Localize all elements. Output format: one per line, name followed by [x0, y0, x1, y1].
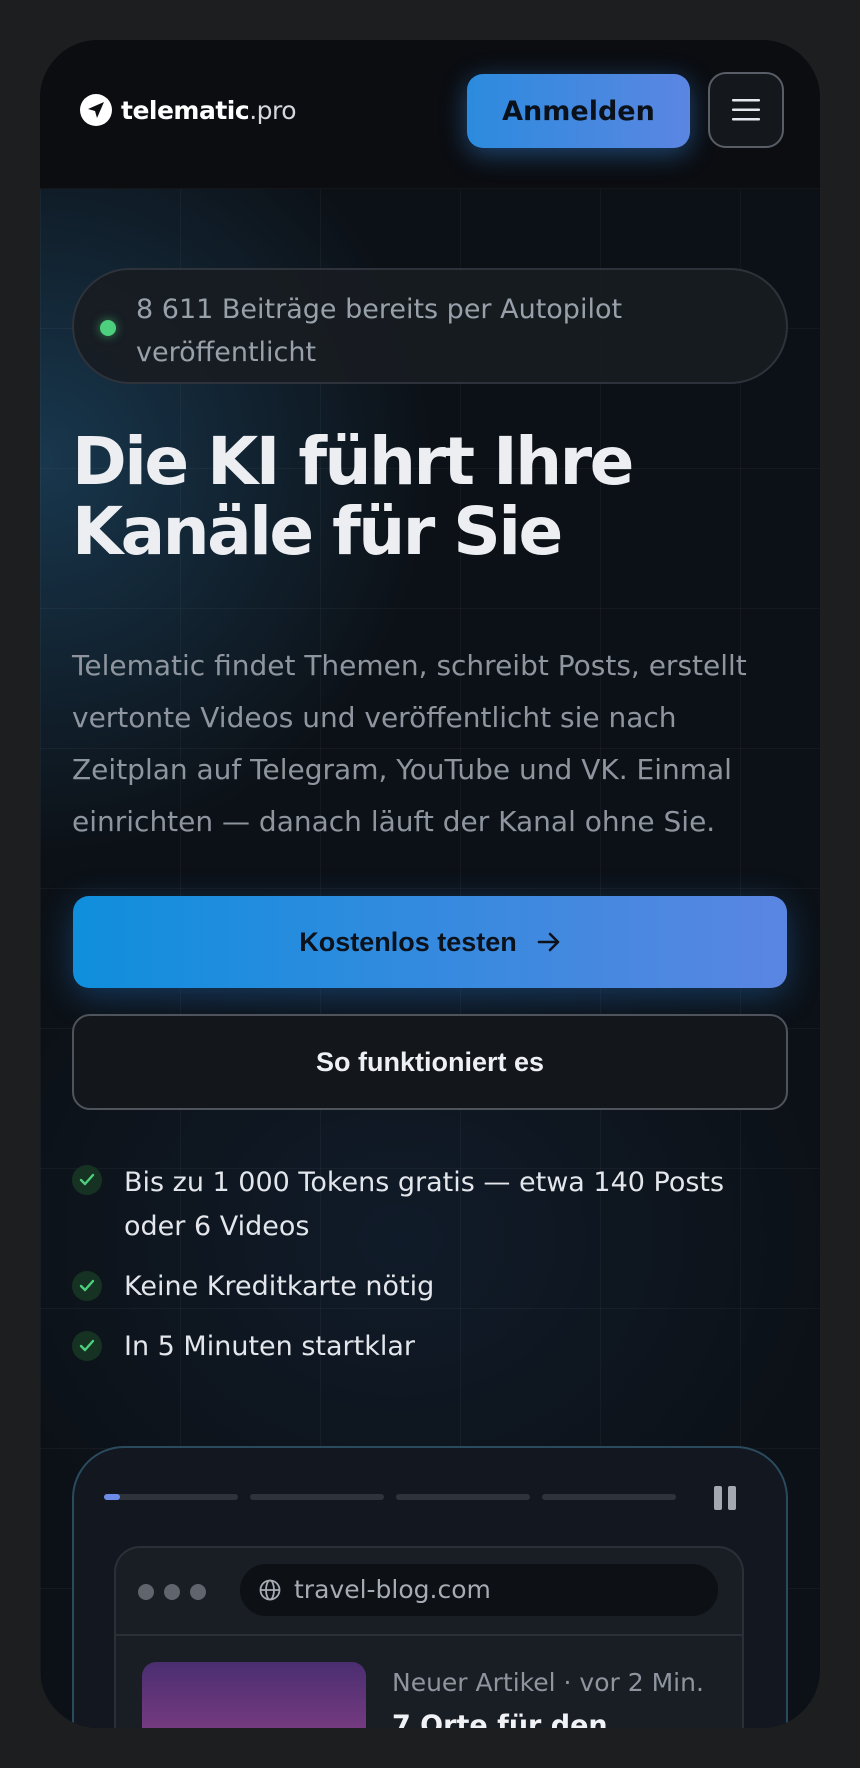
- window-dot: [164, 1584, 180, 1600]
- article-thumbnail: [142, 1662, 366, 1728]
- live-status-dot: [100, 320, 116, 336]
- story-progress-segment: [396, 1494, 530, 1500]
- post-meta: Neuer Artikel · vor 2 Min.: [392, 1668, 704, 1697]
- arrow-right-icon: [537, 931, 561, 953]
- free-trial-button[interactable]: Kostenlos testen: [73, 896, 787, 988]
- browser-toolbar: travel-blog.com: [116, 1548, 742, 1636]
- browser-mockup: travel-blog.com Neuer Artikel · vor 2 Mi…: [114, 1546, 744, 1728]
- check-icon: [72, 1165, 102, 1195]
- badge-text: 8 611 Beiträge bereits per Autopilot ver…: [136, 294, 623, 368]
- post-title: 7 Orte für den: [392, 1710, 608, 1728]
- published-count-badge: 8 611 Beiträge bereits per Autopilot ver…: [72, 268, 788, 384]
- menu-button[interactable]: [708, 72, 784, 148]
- check-icon: [72, 1331, 102, 1361]
- hero-title: Die KI führt Ihre Kanäle für Sie: [72, 427, 792, 567]
- story-progress-segment: [104, 1494, 238, 1500]
- hamburger-menu-icon: [732, 99, 760, 121]
- logo-wordmark: telematic.pro: [121, 95, 297, 125]
- free-trial-label: Kostenlos testen: [299, 926, 517, 957]
- pause-icon[interactable]: [714, 1486, 738, 1512]
- feature-text: In 5 Minuten startklar: [124, 1331, 416, 1362]
- url-text: travel-blog.com: [294, 1575, 491, 1604]
- hero-title-line-1: Die KI führt Ihre: [72, 423, 634, 500]
- window-dot: [190, 1584, 206, 1600]
- address-bar: travel-blog.com: [240, 1564, 718, 1616]
- story-progress-segment: [250, 1494, 384, 1500]
- story-progress-segment: [542, 1494, 676, 1500]
- check-icon: [72, 1271, 102, 1301]
- story-progress-fill: [104, 1494, 121, 1500]
- feature-text: Bis zu 1 000 Tokens gratis — etwa 140 Po…: [124, 1167, 725, 1242]
- paper-plane-logo-icon: [80, 94, 112, 126]
- product-preview-card: travel-blog.com Neuer Artikel · vor 2 Mi…: [72, 1446, 788, 1728]
- feature-text: Keine Kreditkarte nötig: [124, 1271, 435, 1302]
- window-dot: [138, 1584, 154, 1600]
- phone-frame: telematic.pro Anmelden 8 611 Beiträge be…: [40, 40, 820, 1728]
- globe-icon: [259, 1579, 281, 1601]
- hero-title-line-2: Kanäle für Sie: [72, 493, 563, 570]
- login-button[interactable]: Anmelden: [467, 74, 690, 148]
- how-it-works-button[interactable]: So funktioniert es: [72, 1014, 788, 1110]
- hero-description: Telematic findet Themen, schreibt Posts,…: [72, 649, 747, 838]
- logo[interactable]: telematic.pro: [80, 92, 297, 128]
- site-header: telematic.pro Anmelden: [40, 40, 820, 189]
